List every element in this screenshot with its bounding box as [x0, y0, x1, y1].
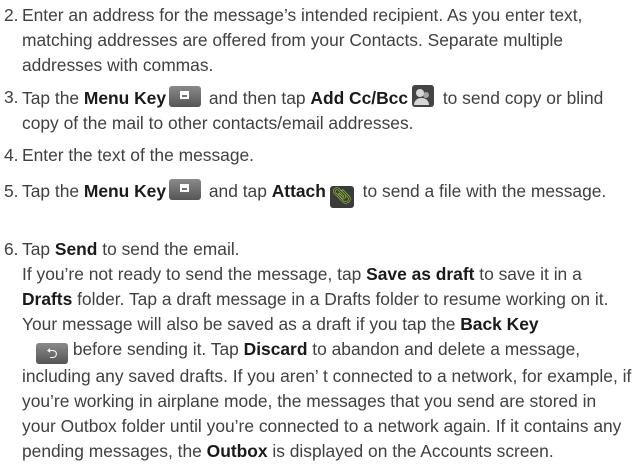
draft-note: If you’re not ready to send the message,…: [22, 262, 634, 464]
step-number: 6.: [4, 239, 19, 259]
back-arrow-icon: ⮌: [36, 343, 68, 364]
step-6: 6. Tap Send to send the email. If you’re…: [0, 237, 634, 464]
text-run: and then tap: [204, 88, 311, 108]
step-number: 4.: [4, 145, 19, 165]
step-number: 3.: [4, 87, 19, 107]
step-number: 2.: [4, 5, 19, 25]
add-cc-bcc-label: Add Cc/Bcc: [310, 88, 409, 108]
menu-key-label: Menu Key: [83, 181, 167, 201]
step-4: 4. Enter the text of the message.: [0, 143, 634, 168]
save-as-draft-label: Save as draft: [366, 264, 475, 284]
step-text: Tap the Menu Key and tap Attach 📎︎ to sen…: [22, 179, 634, 208]
text-run: to send a file with the message.: [357, 181, 607, 201]
discard-label: Discard: [243, 339, 308, 359]
step-2: 2. Enter an address for the message’s in…: [0, 3, 634, 78]
step-number: 5.: [4, 181, 19, 201]
text-run: Tap the: [22, 88, 84, 108]
outbox-label: Outbox: [206, 441, 268, 461]
step-5: 5. Tap the Menu Key and tap Attach 📎︎ to …: [0, 179, 634, 208]
text-run: Tap the: [22, 181, 84, 201]
send-label: Send: [54, 239, 98, 259]
text-run: to save it in a: [474, 264, 582, 284]
attach-label: Attach: [271, 181, 326, 201]
text-run: Tap: [22, 239, 55, 259]
text-run: before sending it. Tap: [68, 339, 244, 359]
step-text: Enter an address for the message’s inten…: [22, 5, 583, 75]
back-key-label: Back Key: [460, 314, 539, 334]
menu-key-icon: [169, 179, 202, 200]
step-text: Tap the Menu Key and then tap Add Cc/Bcc…: [22, 85, 634, 136]
step-text: Tap Send to send the email.: [22, 237, 634, 262]
menu-key-label: Menu Key: [83, 88, 167, 108]
paperclip-icon: 📎︎: [329, 186, 354, 208]
text-run: If you’re not ready to send the message,…: [22, 264, 367, 284]
menu-key-icon: [169, 86, 202, 107]
drafts-label: Drafts: [22, 289, 73, 309]
step-text: Enter the text of the message.: [22, 145, 255, 165]
text-run: is displayed on the Accounts screen.: [267, 441, 554, 461]
text-run: to send the email.: [97, 239, 240, 259]
step-3: 3. Tap the Menu Key and then tap Add Cc/…: [0, 85, 634, 136]
contacts-icon: [412, 85, 435, 107]
text-run: and tap: [204, 181, 272, 201]
